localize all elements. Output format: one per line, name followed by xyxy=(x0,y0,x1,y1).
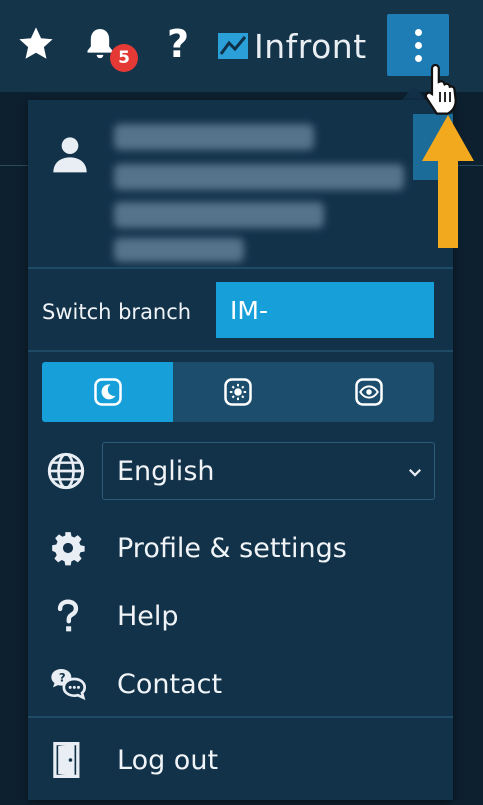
language-selected-value: English xyxy=(117,455,215,487)
language-select[interactable]: English xyxy=(102,442,435,500)
infront-logo-icon xyxy=(218,33,248,59)
menu-item-label: Contact xyxy=(117,668,223,700)
light-theme-button[interactable] xyxy=(173,362,303,422)
help-button[interactable]: ? xyxy=(154,20,202,68)
light-theme-icon xyxy=(224,378,252,406)
language-row: English xyxy=(28,442,453,502)
redacted-user-id xyxy=(114,238,244,262)
switch-branch-label: Switch branch xyxy=(42,300,192,324)
chevron-down-icon xyxy=(408,468,422,477)
top-bar: 5 ? Infront xyxy=(0,0,483,92)
brand-name: Infront xyxy=(254,26,367,66)
help-icon: ? xyxy=(166,22,190,66)
star-icon xyxy=(19,27,53,59)
redacted-user-name xyxy=(114,124,314,150)
chat-icon: ? xyxy=(51,669,87,701)
user-avatar-icon xyxy=(53,137,87,173)
brand-logo[interactable]: Infront xyxy=(218,24,367,68)
dark-theme-button[interactable] xyxy=(42,362,173,422)
favorites-button[interactable] xyxy=(12,20,60,68)
question-icon xyxy=(57,599,79,632)
dark-theme-icon xyxy=(93,378,122,406)
menu-item-label: Log out xyxy=(117,744,219,776)
menu-item-logout[interactable]: Log out xyxy=(28,730,453,790)
menu-item-label: Profile & settings xyxy=(117,532,347,564)
globe-icon xyxy=(47,452,85,490)
annotation-arrow-icon xyxy=(422,115,474,248)
user-info xyxy=(28,100,453,267)
redacted-user-email xyxy=(114,164,404,190)
background-divider xyxy=(0,165,30,166)
eye-theme-icon xyxy=(354,378,383,406)
divider xyxy=(28,350,453,352)
gear-icon xyxy=(52,532,85,566)
user-menu-panel: Switch branch IM- English Profile & sett… xyxy=(28,100,453,800)
theme-toggle xyxy=(42,362,434,422)
contrast-theme-button[interactable] xyxy=(303,362,434,422)
kebab-menu-icon xyxy=(414,28,422,36)
door-icon xyxy=(53,742,80,778)
menu-item-contact[interactable]: ? Contact xyxy=(28,654,453,714)
divider xyxy=(28,716,453,718)
hand-cursor-icon xyxy=(424,64,457,115)
menu-item-help[interactable]: Help xyxy=(28,586,453,646)
divider xyxy=(28,267,453,269)
menu-item-label: Help xyxy=(117,600,179,632)
branch-input[interactable]: IM- xyxy=(216,282,434,338)
menu-item-profile-settings[interactable]: Profile & settings xyxy=(28,518,453,578)
redacted-user-company xyxy=(114,202,324,228)
notification-badge: 5 xyxy=(110,44,138,72)
